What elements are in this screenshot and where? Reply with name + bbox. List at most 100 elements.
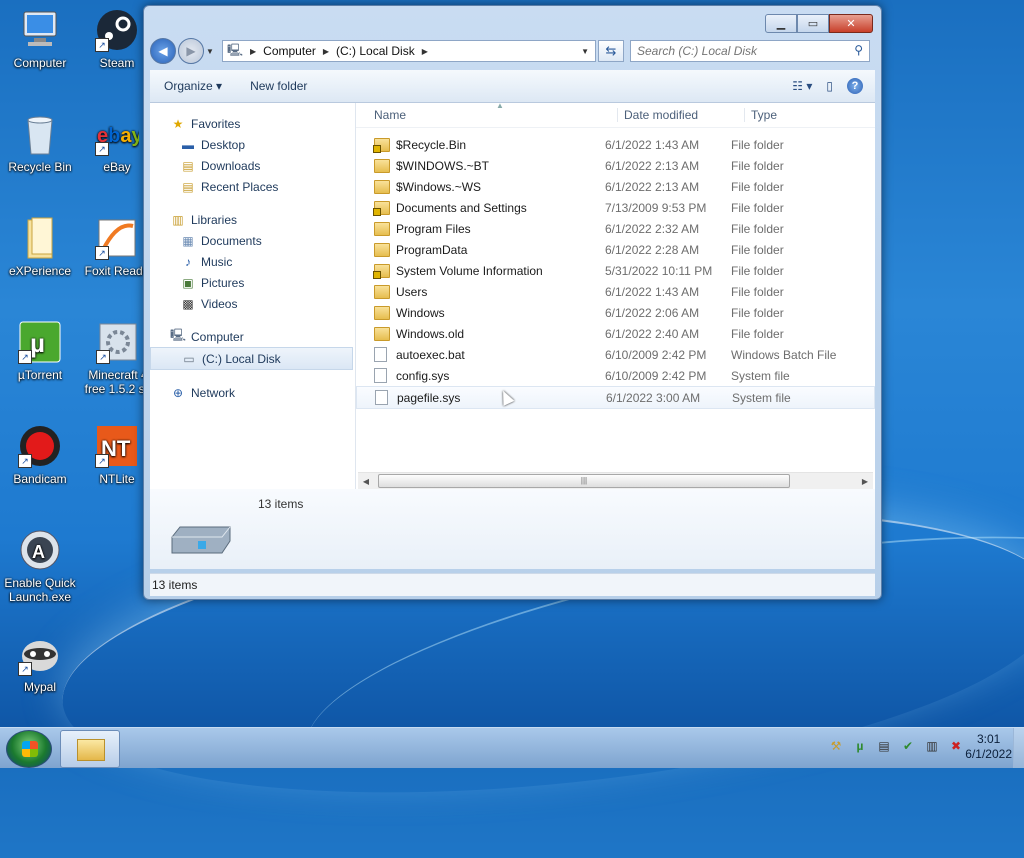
horizontal-scrollbar[interactable]: ◀ ||| ▶: [358, 472, 873, 489]
organize-button[interactable]: Organize ▾: [150, 79, 236, 93]
locked-folder-icon: [373, 137, 390, 153]
recycle-bin-icon: [18, 112, 62, 156]
navigation-pane[interactable]: ★ Favorites ▬ Desktop ▤ Downloads ▤ Recent P…: [150, 103, 356, 489]
tray-tool-icon[interactable]: ⚒: [828, 738, 844, 754]
nav-local-disk[interactable]: ▭ (C:) Local Disk: [150, 347, 353, 370]
computer-icon: 🖳: [170, 328, 187, 342]
minimize-button[interactable]: ▁: [765, 14, 797, 33]
forward-button[interactable]: ▶: [178, 38, 204, 64]
help-button[interactable]: ?: [847, 78, 863, 94]
back-button[interactable]: ◀: [150, 38, 176, 64]
desktop-icon-utorrent[interactable]: µ ↗ µTorrent: [0, 320, 80, 382]
bandicam-icon: ↗: [18, 424, 62, 468]
file-row[interactable]: $Recycle.Bin 6/1/2022 1:43 AM File folder: [356, 134, 875, 155]
address-bar[interactable]: 🖳 ▶ Computer ▶ (C:) Local Disk ▶ ▼: [222, 40, 596, 62]
folder-icon: [374, 326, 390, 341]
file-list-pane[interactable]: ▲ Name Date modified Type $Recycle.Bin 6/…: [356, 103, 875, 489]
file-row[interactable]: Windows.old 6/1/2022 2:40 AM File folder: [356, 323, 875, 344]
nav-label: Network: [191, 385, 236, 400]
documents-icon: ▦: [182, 233, 194, 248]
preview-pane-icon[interactable]: ▯: [826, 79, 833, 93]
tray-volume-muted-icon[interactable]: ✖: [948, 738, 964, 754]
breadcrumb-local-disk[interactable]: (C:) Local Disk: [332, 44, 419, 58]
chevron-right-icon[interactable]: ▶: [419, 47, 431, 56]
desktop-icon-label: Computer: [13, 56, 67, 70]
close-button[interactable]: ✕: [829, 14, 873, 33]
desktop-icon-experience[interactable]: eXPerience: [0, 216, 80, 278]
file-name: autoexec.bat: [396, 347, 465, 362]
clock[interactable]: 3:01 6/1/2022: [965, 732, 1012, 762]
desktop-icon-computer[interactable]: Computer: [0, 8, 80, 70]
taskbar-explorer-button[interactable]: [60, 730, 120, 768]
system-tray: ⚒ µ ▤ ✔ ▥ ✖: [828, 738, 964, 754]
chevron-right-icon[interactable]: ▶: [247, 47, 259, 56]
desktop-icon-bandicam[interactable]: ↗ Bandicam: [0, 424, 80, 486]
show-desktop-button[interactable]: [1013, 728, 1024, 768]
search-input[interactable]: [631, 41, 849, 61]
locked-folder-icon: [373, 200, 390, 216]
start-button[interactable]: [6, 730, 52, 768]
nav-libraries[interactable]: ▥ Libraries: [150, 209, 355, 230]
column-header-type[interactable]: Type: [744, 108, 871, 122]
desktop-icon-quick-launch[interactable]: A Enable Quick Launch.exe: [0, 528, 80, 604]
file-row[interactable]: Documents and Settings 7/13/2009 9:53 PM F…: [356, 197, 875, 218]
desktop-icon-mypal[interactable]: ↗ Mypal: [0, 632, 80, 694]
file-name: Windows.old: [396, 326, 465, 341]
search-box[interactable]: ⚲: [630, 40, 870, 62]
minecraft-installer-icon: ↗: [96, 320, 140, 364]
change-view-icon[interactable]: ☷ ▾: [792, 79, 812, 93]
refresh-button[interactable]: ⇆: [598, 40, 624, 62]
nav-desktop[interactable]: ▬ Desktop: [150, 134, 355, 155]
nav-music[interactable]: ♪ Music: [150, 251, 355, 272]
tray-utorrent-icon[interactable]: µ: [852, 738, 868, 754]
file-name: Documents and Settings: [396, 200, 527, 215]
desktop-icon-recycle-bin[interactable]: Recycle Bin: [0, 112, 80, 174]
file-row[interactable]: System Volume Information 5/31/2022 10:11…: [356, 260, 875, 281]
file-name: $WINDOWS.~BT: [396, 158, 490, 173]
new-folder-button[interactable]: New folder: [236, 79, 321, 93]
search-icon[interactable]: ⚲: [854, 43, 863, 57]
nav-label: Recent Places: [201, 179, 279, 194]
desktop-icon: ▬: [182, 137, 194, 152]
nav-computer[interactable]: 🖳 Computer: [150, 326, 355, 347]
nav-favorites[interactable]: ★ Favorites: [150, 113, 355, 134]
file-row[interactable]: ProgramData 6/1/2022 2:28 AM File folder: [356, 239, 875, 260]
nav-pictures[interactable]: ▣ Pictures: [150, 272, 355, 293]
caption-buttons: ▁ ▭ ✕: [765, 14, 873, 33]
clock-time: 3:01: [976, 732, 1001, 746]
file-row[interactable]: $Windows.~WS 6/1/2022 2:13 AM File folder: [356, 176, 875, 197]
nav-network[interactable]: ⊕ Network: [150, 382, 355, 403]
file-row-hovered[interactable]: pagefile.sys 6/1/2022 3:00 AM System file: [356, 386, 875, 409]
chevron-right-icon[interactable]: ▶: [320, 47, 332, 56]
scrollbar-thumb[interactable]: |||: [378, 474, 790, 488]
nav-downloads[interactable]: ▤ Downloads: [150, 155, 355, 176]
nav-recent-places[interactable]: ▤ Recent Places: [150, 176, 355, 197]
tray-security-icon[interactable]: ✔: [900, 738, 916, 754]
recent-pages-dropdown[interactable]: ▼: [206, 47, 216, 56]
computer-icon: 🖳: [227, 42, 244, 57]
file-date: 7/13/2009 9:53 PM: [605, 200, 707, 215]
nav-label: Documents: [201, 233, 262, 248]
file-row[interactable]: Users 6/1/2022 1:43 AM File folder: [356, 281, 875, 302]
tray-document-icon[interactable]: ▤: [876, 738, 892, 754]
breadcrumb-computer[interactable]: Computer: [259, 44, 320, 58]
file-row[interactable]: config.sys 6/10/2009 2:42 PM System file: [356, 365, 875, 386]
file-type: File folder: [731, 326, 784, 341]
refresh-icon: ⇆: [605, 43, 617, 58]
column-header-name[interactable]: Name: [356, 108, 617, 122]
file-row[interactable]: Windows 6/1/2022 2:06 AM File folder: [356, 302, 875, 323]
column-header-date-modified[interactable]: Date modified: [617, 108, 744, 122]
nav-label: Favorites: [191, 116, 241, 131]
explorer-window[interactable]: ▁ ▭ ✕ ◀ ▶ ▼ 🖳 ▶ Computer ▶ (C:) Local Di…: [143, 5, 882, 600]
folder-icon: [374, 305, 390, 320]
scroll-left-icon[interactable]: ◀: [358, 477, 374, 486]
nav-documents[interactable]: ▦ Documents: [150, 230, 355, 251]
file-row[interactable]: Program Files 6/1/2022 2:32 AM File folder: [356, 218, 875, 239]
file-row[interactable]: $WINDOWS.~BT 6/1/2022 2:13 AM File folder: [356, 155, 875, 176]
chevron-down-icon[interactable]: ▼: [575, 47, 595, 56]
scroll-right-icon[interactable]: ▶: [857, 477, 873, 486]
tray-network-icon[interactable]: ▥: [924, 738, 940, 754]
maximize-button[interactable]: ▭: [797, 14, 829, 33]
nav-videos[interactable]: ▩ Videos: [150, 293, 355, 314]
file-row[interactable]: autoexec.bat 6/10/2009 2:42 PM Windows Bat…: [356, 344, 875, 365]
